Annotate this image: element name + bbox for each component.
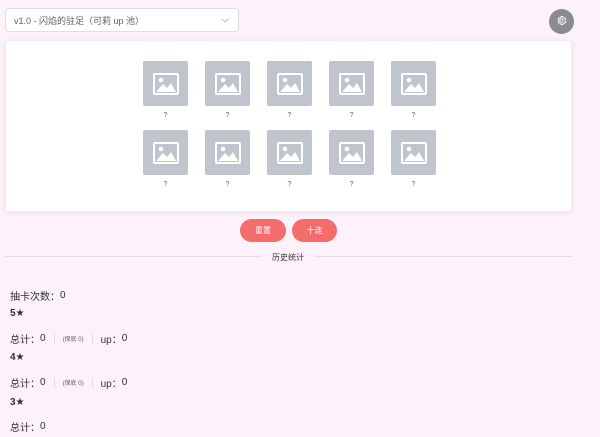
result-slot-label: ?: [225, 112, 230, 119]
image-placeholder-icon: [329, 130, 374, 175]
ten-pull-button[interactable]: 十连: [292, 219, 337, 242]
pool-select-value: v1.0 - 闪焰的驻足（可莉 up 池）: [14, 15, 145, 26]
five-star-pity: (保底 0): [62, 337, 84, 343]
result-slot: ?: [143, 130, 188, 189]
result-slot-label: ?: [349, 181, 354, 188]
three-star-total-label: 总计：: [10, 423, 40, 434]
settings-button[interactable]: [549, 9, 574, 34]
separator: [91, 333, 93, 344]
three-star-stats: 总计： 0: [10, 419, 46, 434]
five-star-total: 0: [40, 333, 46, 344]
image-placeholder-icon: [329, 61, 374, 106]
image-placeholder-icon: [205, 61, 250, 106]
result-slot: ?: [205, 61, 250, 120]
result-slot: ?: [267, 61, 312, 120]
result-slot-label: ?: [287, 181, 292, 188]
results-grid: ??????????: [143, 61, 436, 189]
image-placeholder-icon: [205, 130, 250, 175]
result-slot-label: ?: [411, 112, 416, 119]
four-star-up-label: up：: [100, 379, 122, 390]
result-slot-label: ?: [225, 181, 230, 188]
pull-count-row: 抽卡次数： 0: [10, 288, 66, 303]
result-slot-label: ?: [287, 112, 292, 119]
image-placeholder-icon: [267, 61, 312, 106]
result-slot: ?: [143, 61, 188, 120]
pool-select[interactable]: v1.0 - 闪焰的驻足（可莉 up 池）: [5, 8, 239, 32]
five-star-total-label: 总计：: [10, 335, 40, 346]
result-slot-label: ?: [163, 112, 168, 119]
result-slot: ?: [329, 61, 374, 120]
four-star-pity: (保底 0): [62, 381, 84, 387]
image-placeholder-icon: [391, 61, 436, 106]
result-slot-label: ?: [349, 112, 354, 119]
four-star-heading: 4★: [10, 352, 25, 363]
image-placeholder-icon: [143, 61, 188, 106]
five-star-heading: 5★: [10, 308, 25, 319]
result-slot-label: ?: [163, 181, 168, 188]
chevron-down-icon: [220, 15, 230, 25]
result-slot: ?: [391, 130, 436, 189]
five-star-stats: 总计： 0 (保底 0) up： 0: [10, 331, 127, 346]
image-placeholder-icon: [391, 130, 436, 175]
five-star-up: 0: [121, 333, 128, 344]
four-star-stats: 总计： 0 (保底 0) up： 0: [10, 375, 127, 390]
four-star-up: 0: [121, 377, 128, 388]
four-star-total: 0: [40, 377, 46, 388]
separator: [53, 333, 55, 344]
separator: [53, 377, 55, 388]
results-card: ??????????: [5, 40, 572, 212]
five-star-up-label: up：: [100, 335, 122, 346]
separator: [91, 377, 93, 388]
image-placeholder-icon: [143, 130, 188, 175]
pull-count-label: 抽卡次数：: [10, 292, 60, 303]
result-slot: ?: [205, 130, 250, 189]
three-star-heading: 3★: [10, 397, 25, 408]
image-placeholder-icon: [267, 130, 312, 175]
result-slot: ?: [329, 130, 374, 189]
result-slot-label: ?: [411, 181, 416, 188]
three-star-total: 0: [40, 421, 46, 432]
result-slot: ?: [391, 61, 436, 120]
four-star-total-label: 总计：: [10, 379, 40, 390]
result-slot: ?: [267, 130, 312, 189]
gear-icon: [556, 13, 567, 31]
history-title: 历史统计: [262, 251, 314, 263]
pull-count-value: 0: [60, 290, 66, 301]
reset-button[interactable]: 重置: [240, 219, 286, 242]
